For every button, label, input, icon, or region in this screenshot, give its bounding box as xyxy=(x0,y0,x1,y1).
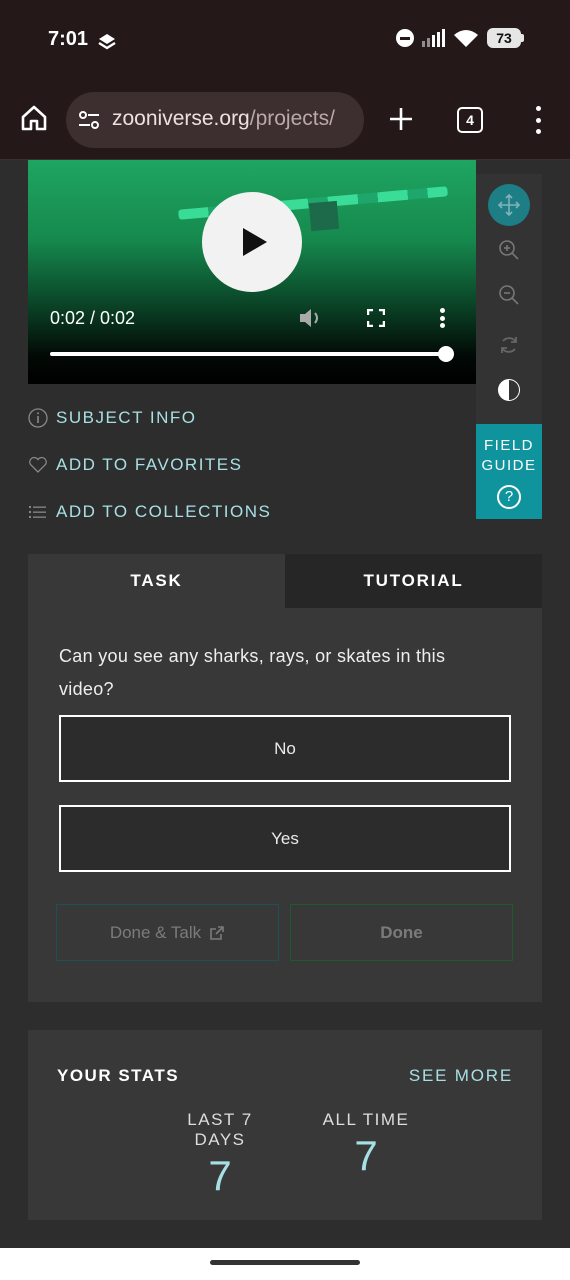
heart-icon xyxy=(29,456,47,473)
done-and-talk-label: Done & Talk xyxy=(109,922,202,942)
done-and-talk-button[interactable]: Done & Talk xyxy=(56,904,279,961)
stat-all-time: ALL TIME 7 xyxy=(318,1110,414,1180)
video-progress-thumb[interactable] xyxy=(438,346,454,362)
add-to-collections-link[interactable]: ADD TO COLLECTIONS xyxy=(28,502,271,522)
do-not-disturb-icon xyxy=(396,29,414,47)
video-time: 0:02 / 0:02 xyxy=(50,308,136,328)
status-time: 7:01 xyxy=(48,28,89,50)
list-icon xyxy=(29,506,46,518)
tab-task[interactable]: TASK xyxy=(28,554,285,608)
help-icon: ? xyxy=(497,485,521,509)
play-button[interactable] xyxy=(202,192,302,292)
add-to-favorites-link[interactable]: ADD TO FAVORITES xyxy=(28,455,242,475)
tab-tutorial[interactable]: TUTORIAL xyxy=(285,554,542,608)
status-icons: 73 xyxy=(396,28,524,48)
subject-info-link[interactable]: SUBJECT INFO xyxy=(28,408,196,428)
field-guide-button[interactable]: FIELD GUIDE ? xyxy=(476,424,542,519)
url-path: /projects/ xyxy=(249,107,335,130)
volume-icon[interactable] xyxy=(298,306,324,330)
info-icon xyxy=(28,408,48,428)
invert-colors-icon[interactable] xyxy=(488,369,530,411)
stat-last-7-days: LAST 7 DAYS 7 xyxy=(160,1110,280,1200)
answer-no-button[interactable]: No xyxy=(59,715,511,782)
subject-info-label: SUBJECT INFO xyxy=(56,408,197,427)
home-indicator[interactable] xyxy=(210,1260,360,1265)
add-to-favorites-label: ADD TO FAVORITES xyxy=(56,455,243,474)
move-tool-icon[interactable] xyxy=(488,184,530,226)
gesture-bar xyxy=(0,1248,570,1280)
zoom-out-icon[interactable] xyxy=(488,274,530,316)
battery-icon: 73 xyxy=(487,28,524,48)
app-notification-icon xyxy=(98,34,116,50)
done-button[interactable]: Done xyxy=(290,904,513,961)
home-icon[interactable] xyxy=(18,102,50,134)
video-frame-device xyxy=(308,200,340,232)
new-tab-icon[interactable] xyxy=(386,104,416,134)
stat-last-7-days-value: 7 xyxy=(208,1152,232,1199)
browser-menu-icon[interactable] xyxy=(526,106,550,134)
stat-all-time-label: ALL TIME xyxy=(322,1110,410,1129)
wifi-icon xyxy=(454,30,478,47)
url-host: zooniverse.org xyxy=(112,107,250,130)
see-more-link[interactable]: SEE MORE xyxy=(409,1066,513,1086)
video-options-icon[interactable] xyxy=(440,308,446,328)
address-bar[interactable]: zooniverse.org/projects/ xyxy=(66,92,364,148)
add-to-collections-label: ADD TO COLLECTIONS xyxy=(56,502,272,521)
rotate-icon[interactable] xyxy=(488,324,530,366)
url-text[interactable]: zooniverse.org/projects/ xyxy=(112,107,335,131)
stats-panel: YOUR STATS SEE MORE LAST 7 DAYS 7 ALL TI… xyxy=(28,1030,542,1220)
video-progress-bar[interactable] xyxy=(50,352,446,356)
status-bar: 7:01 73 xyxy=(0,0,570,80)
answer-yes-button[interactable]: Yes xyxy=(59,805,511,872)
task-question: Can you see any sharks, rays, or skates … xyxy=(59,646,446,699)
task-panel: TASK TUTORIAL Can you see any sharks, ra… xyxy=(28,554,542,1002)
zoom-in-icon[interactable] xyxy=(488,229,530,271)
site-settings-icon[interactable] xyxy=(78,110,100,130)
fullscreen-icon[interactable] xyxy=(367,309,385,327)
battery-level: 73 xyxy=(487,28,521,48)
image-toolbar xyxy=(476,174,542,424)
stat-last-7-days-label: LAST 7 DAYS xyxy=(187,1110,253,1149)
video-player[interactable]: 0:02 / 0:02 xyxy=(28,160,476,384)
stats-title: YOUR STATS xyxy=(57,1066,180,1085)
tab-switcher-button[interactable]: 4 xyxy=(457,107,483,133)
field-guide-label: FIELD GUIDE xyxy=(481,437,537,474)
signal-icon xyxy=(422,29,445,47)
stat-all-time-value: 7 xyxy=(354,1132,378,1179)
external-link-icon xyxy=(210,925,224,940)
browser-toolbar: zooniverse.org/projects/ 4 xyxy=(0,80,570,160)
